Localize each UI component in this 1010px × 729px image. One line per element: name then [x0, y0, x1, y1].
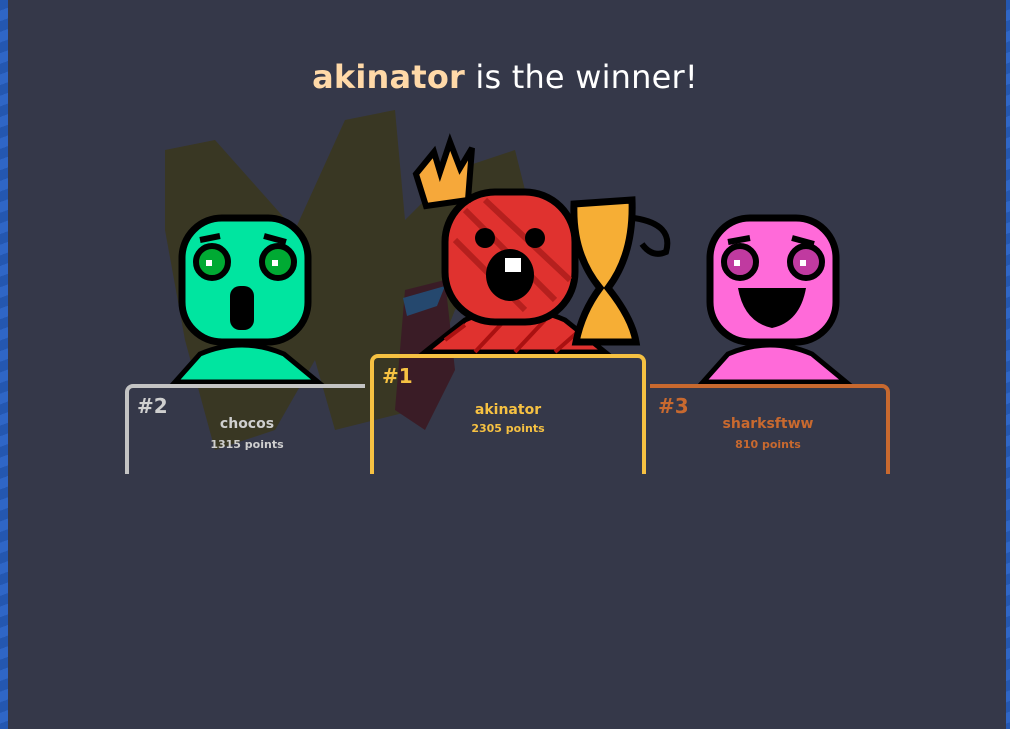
player-name: akinator — [474, 402, 542, 418]
crown-icon — [412, 133, 475, 210]
avatar-chocos — [169, 214, 325, 384]
player-name: chocos — [219, 416, 275, 432]
winner-name: akinator — [312, 58, 465, 96]
podium-first: #1 akinator 2305 points — [370, 354, 646, 474]
trophy-icon — [570, 196, 671, 346]
rank-label: #2 — [137, 394, 168, 418]
rank-label: #3 — [658, 394, 689, 418]
avatar-sharksftww — [697, 214, 853, 384]
winner-suffix: is the winner! — [465, 58, 698, 96]
podium-third: #3 sharksftww 810 points — [650, 384, 890, 474]
left-edge-decoration — [0, 0, 8, 729]
player-points: 2305 points — [471, 422, 545, 435]
player-points: 810 points — [735, 438, 801, 451]
winner-heading: akinator is the winner! — [0, 58, 1010, 96]
rank-label: #1 — [382, 364, 413, 388]
player-name: sharksftww — [722, 416, 814, 432]
right-edge-decoration — [1006, 0, 1010, 729]
podium-second: #2 chocos 1315 points — [125, 384, 365, 474]
player-points: 1315 points — [210, 438, 284, 451]
